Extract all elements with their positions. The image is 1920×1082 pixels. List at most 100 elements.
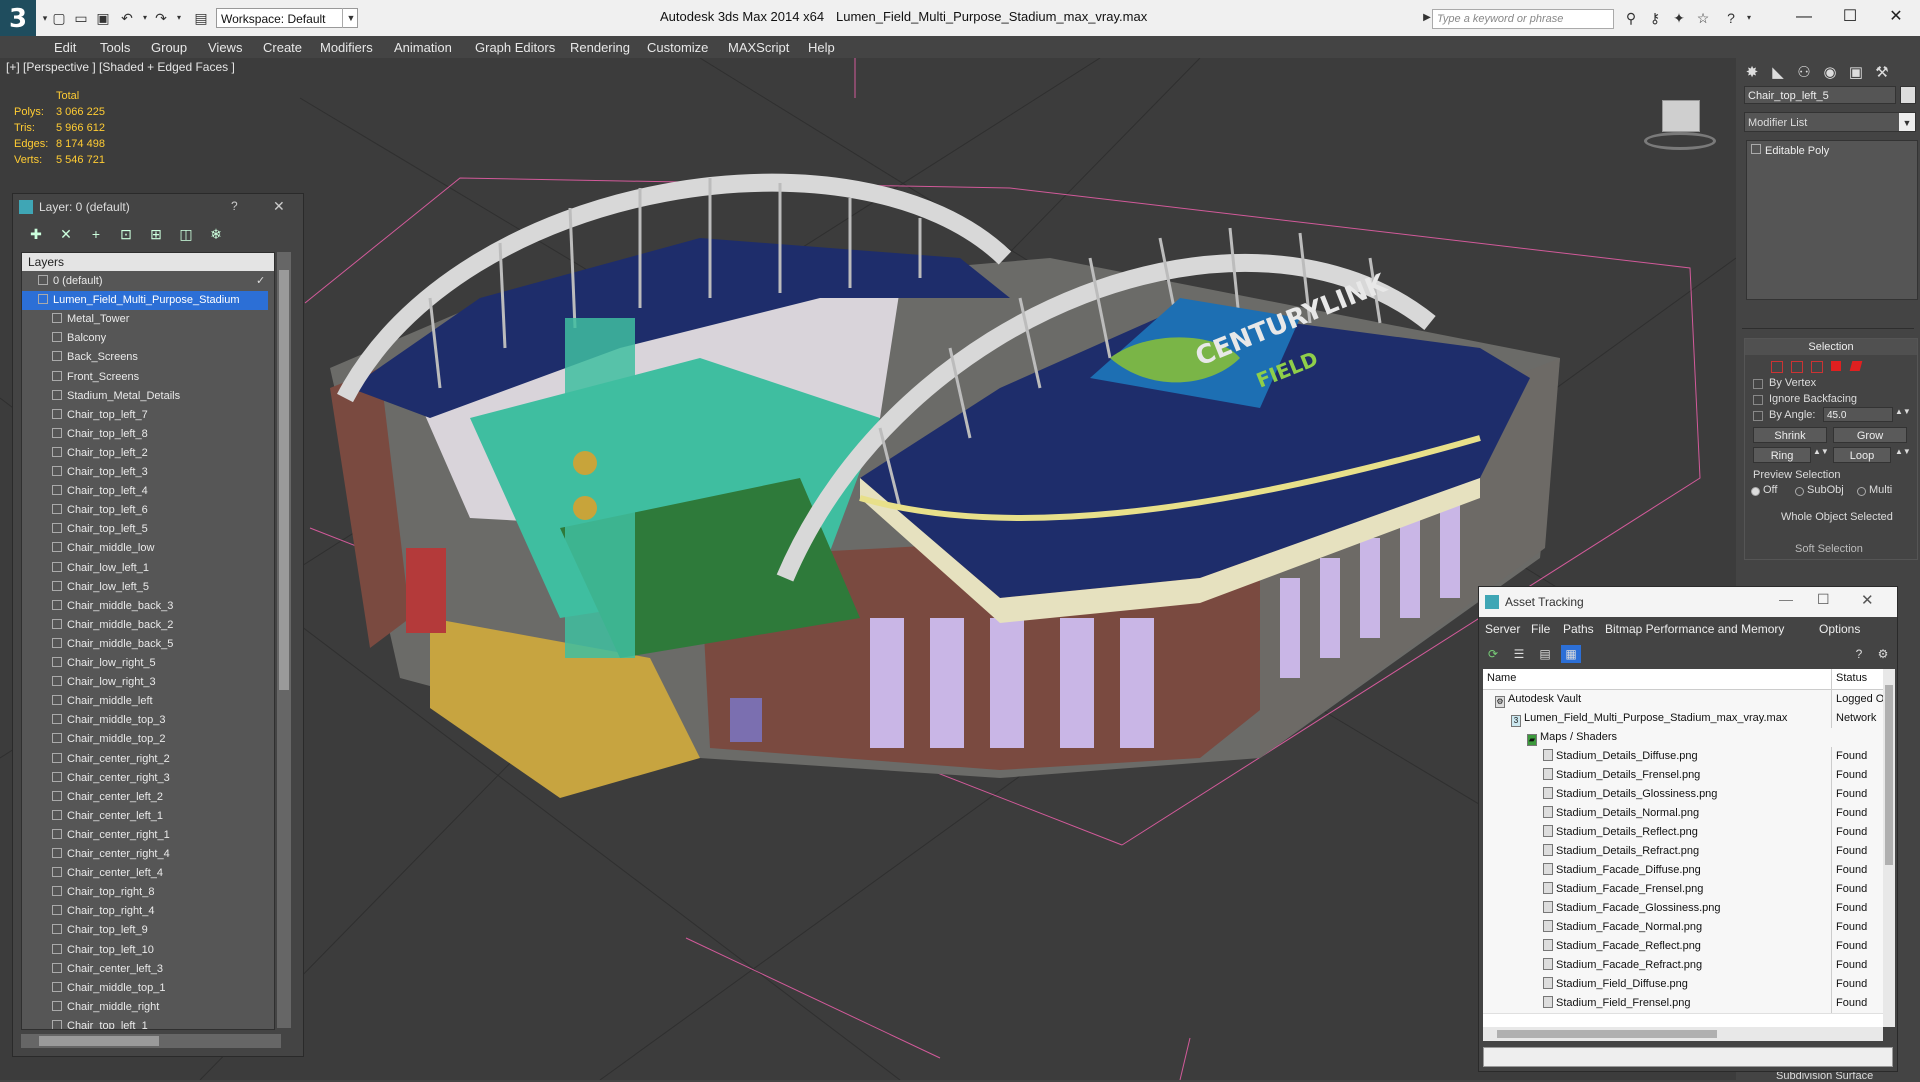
refresh-icon[interactable]: ⟳ [1483, 645, 1503, 663]
motion-tab-icon[interactable]: ◉ [1818, 62, 1842, 84]
layer-row[interactable]: Chair_middle_top_3 [22, 711, 274, 730]
layer-row[interactable]: Chair_top_left_7 [22, 406, 274, 425]
asset-row[interactable]: Stadium_Facade_Reflect.png Found [1483, 937, 1883, 957]
ring-spinner-icon[interactable]: ▲▼ [1813, 447, 1829, 456]
select-in-layer-icon[interactable]: ⊡ [115, 224, 137, 244]
asset-row[interactable]: Stadium_Details_Reflect.png Found [1483, 823, 1883, 843]
minimize-button[interactable]: — [1784, 4, 1824, 30]
layer-list-horizontal-scrollbar[interactable] [21, 1034, 281, 1048]
layer-row[interactable]: Chair_low_left_1 [22, 559, 274, 578]
object-name-field[interactable]: Chair_top_left_5 [1744, 86, 1896, 104]
layer-row[interactable]: Chair_low_right_5 [22, 654, 274, 673]
layer-row[interactable]: Chair_center_right_2 [22, 750, 274, 769]
asset-row[interactable]: Stadium_Details_Diffuse.png Found [1483, 747, 1883, 767]
edge-mode-icon[interactable] [1791, 361, 1803, 373]
save-icon[interactable]: ▣ [94, 9, 112, 27]
layer-row[interactable]: Chair_center_right_4 [22, 845, 274, 864]
hierarchy-tab-icon[interactable]: ⚇ [1792, 62, 1816, 84]
layer-row[interactable]: Front_Screens [22, 368, 274, 387]
asset-row[interactable]: Stadium_Details_Normal.png Found [1483, 804, 1883, 824]
redo-dropdown-icon[interactable]: ▾ [170, 9, 188, 27]
asset-menu-paths[interactable]: Paths [1563, 622, 1594, 636]
shrink-button[interactable]: Shrink [1753, 427, 1827, 443]
workspace-dropdown-caret-icon[interactable]: ▼ [342, 8, 359, 28]
name-column-header[interactable]: Name [1487, 672, 1516, 684]
favorites-star-icon[interactable]: ☆ [1694, 9, 1712, 27]
angle-spinner-arrows-icon[interactable]: ▲▼ [1895, 407, 1911, 416]
preview-subobj-radio[interactable] [1795, 487, 1804, 496]
layer-row[interactable]: Chair_middle_back_5 [22, 635, 274, 654]
soft-selection-rollout-title[interactable]: Soft Selection [1795, 543, 1863, 555]
border-mode-icon[interactable] [1811, 361, 1823, 373]
viewcube-compass-icon[interactable] [1644, 132, 1716, 150]
asset-maximize-button[interactable]: ☐ [1817, 591, 1830, 608]
preview-off-radio[interactable] [1751, 487, 1760, 496]
help-dropdown-icon[interactable]: ▾ [1740, 9, 1758, 27]
layer-row[interactable]: Stadium_Metal_Details [22, 387, 274, 406]
viewcube-box-icon[interactable] [1662, 100, 1700, 132]
asset-menu-file[interactable]: File [1531, 622, 1550, 636]
create-tab-icon[interactable]: ✸ [1740, 62, 1764, 84]
chevron-down-icon[interactable]: ▼ [1899, 113, 1915, 131]
app-menu-button[interactable]: 3 [0, 0, 36, 36]
layer-row[interactable]: Chair_middle_left [22, 692, 274, 711]
asset-row[interactable]: Stadium_Details_Refract.png Found [1483, 842, 1883, 862]
layer-row[interactable]: Chair_top_left_6 [22, 501, 274, 520]
layer-row[interactable]: Chair_center_left_3 [22, 960, 274, 979]
asset-row[interactable]: Stadium_Field_Diffuse.png Found [1483, 975, 1883, 995]
help-icon[interactable]: ? [1722, 9, 1740, 27]
layer-row[interactable]: Chair_middle_low [22, 539, 274, 558]
open-file-icon[interactable]: ▭ [72, 9, 90, 27]
polygon-mode-icon[interactable] [1831, 361, 1841, 371]
active-layer-check-icon[interactable]: ✓ [256, 274, 265, 287]
menu-help[interactable]: Help [808, 40, 835, 55]
menu-views[interactable]: Views [208, 40, 242, 55]
subscription-key-icon[interactable]: ⚷ [1646, 9, 1664, 27]
layer-row[interactable]: Chair_center_right_1 [22, 826, 274, 845]
maximize-button[interactable]: ☐ [1830, 4, 1870, 30]
loop-button[interactable]: Loop [1833, 447, 1891, 463]
redo-icon[interactable]: ↷ [152, 9, 170, 27]
modifier-stack[interactable]: Editable Poly [1746, 140, 1918, 300]
layer-row[interactable]: Lumen_Field_Multi_Purpose_Stadium [22, 291, 268, 311]
ring-button[interactable]: Ring [1753, 447, 1811, 463]
scrollbar-thumb[interactable] [39, 1036, 159, 1046]
asset-row[interactable]: Stadium_Details_Frensel.png Found [1483, 766, 1883, 786]
layer-row[interactable]: Chair_top_right_8 [22, 883, 274, 902]
freeze-all-layers-icon[interactable]: ❄ [205, 224, 227, 244]
layer-row[interactable]: Chair_center_left_2 [22, 788, 274, 807]
layer-row[interactable]: 0 (default) [22, 272, 268, 291]
binoculars-icon[interactable]: ⚲ [1622, 9, 1640, 27]
asset-row[interactable]: Stadium_Details_Glossiness.png Found [1483, 785, 1883, 805]
layers-column-header[interactable]: Layers [22, 253, 274, 271]
layer-row[interactable]: Chair_center_right_3 [22, 769, 274, 788]
communication-center-icon[interactable]: ✦ [1670, 9, 1688, 27]
layer-row[interactable]: Chair_center_left_4 [22, 864, 274, 883]
layer-row[interactable]: Chair_top_left_1 [22, 1017, 274, 1029]
menu-customize[interactable]: Customize [647, 40, 708, 55]
layer-row[interactable]: Chair_center_left_1 [22, 807, 274, 826]
status-column-header[interactable]: Status [1831, 669, 1867, 689]
search-input[interactable]: Type a keyword or phrase [1432, 9, 1614, 29]
by-vertex-checkbox[interactable] [1753, 379, 1763, 389]
new-file-icon[interactable]: ▢ [50, 9, 68, 27]
loop-spinner-icon[interactable]: ▲▼ [1895, 447, 1911, 456]
expand-icon[interactable] [1751, 144, 1761, 154]
grow-button[interactable]: Grow [1833, 427, 1907, 443]
layer-row[interactable]: Chair_top_left_3 [22, 463, 274, 482]
utilities-tab-icon[interactable]: ⚒ [1870, 62, 1894, 84]
workspace-dropdown[interactable]: Workspace: Default [216, 8, 358, 28]
element-mode-icon[interactable] [1849, 361, 1863, 371]
selection-rollout-title[interactable]: Selection [1745, 339, 1917, 355]
asset-row[interactable]: Stadium_Facade_Diffuse.png Found [1483, 861, 1883, 881]
vertex-mode-icon[interactable] [1771, 361, 1783, 373]
asset-settings-icon[interactable]: ⚙ [1873, 645, 1893, 663]
layer-row[interactable]: Chair_top_right_4 [22, 902, 274, 921]
asset-row[interactable]: ▰ Maps / Shaders [1483, 728, 1883, 748]
asset-row[interactable]: Stadium_Facade_Refract.png Found [1483, 956, 1883, 976]
menu-create[interactable]: Create [263, 40, 302, 55]
asset-row[interactable]: ⚙ Autodesk Vault Logged O [1483, 690, 1883, 710]
hide-all-layers-icon[interactable]: ◫ [175, 224, 197, 244]
angle-spinner-input[interactable]: 45.0 [1823, 407, 1893, 422]
stack-item-editable-poly[interactable]: Editable Poly [1751, 143, 1911, 159]
